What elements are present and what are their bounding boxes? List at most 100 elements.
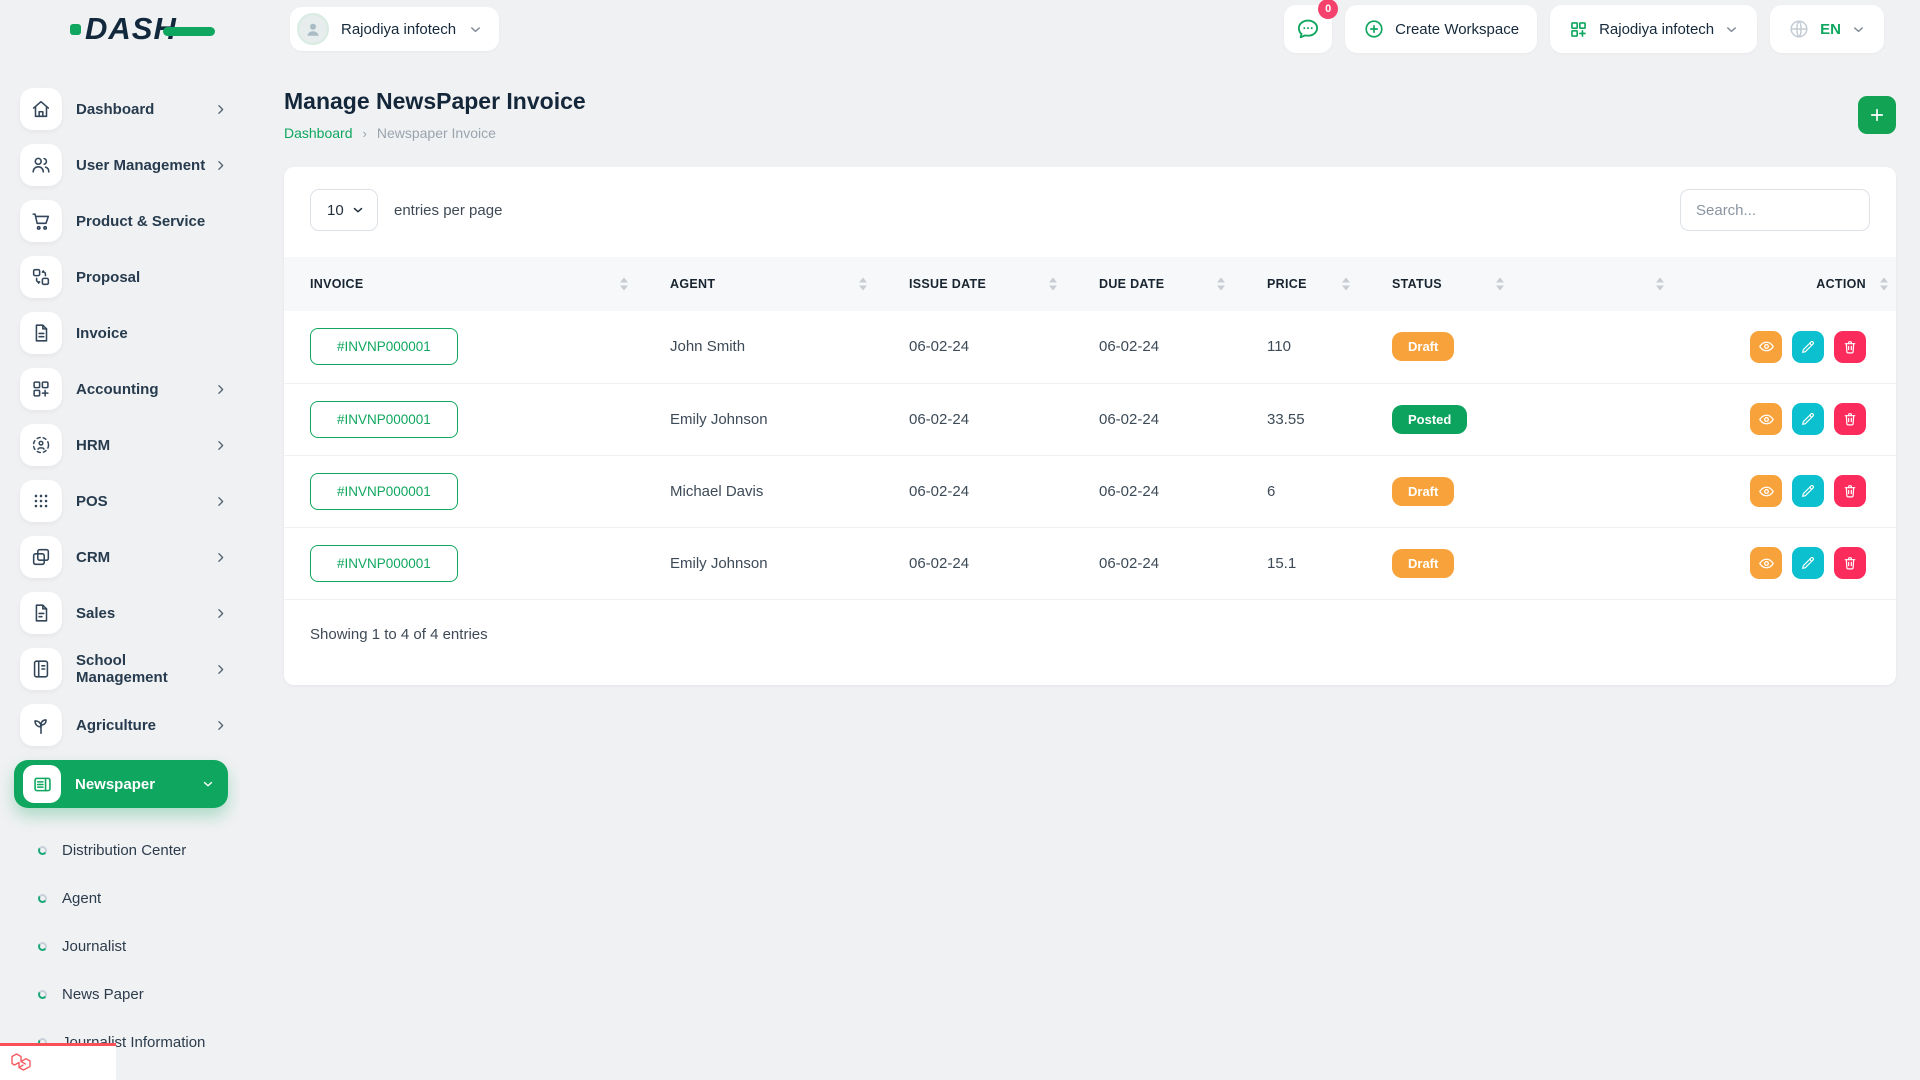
newspaper-icon [23,765,61,803]
bullet-icon [37,941,47,951]
sidebar-subitem-journalist[interactable]: Journalist [38,922,228,970]
column-header-agent[interactable]: AGENT [644,257,883,311]
column-header-invoice[interactable]: INVOICE [284,257,644,311]
sidebar-subitem-agent[interactable]: Agent [38,874,228,922]
pencil-icon [1800,339,1816,355]
sort-icon[interactable] [1049,278,1057,291]
messages-button[interactable]: 0 [1284,5,1332,53]
agriculture-icon [20,704,62,746]
sidebar-item-accounting[interactable]: Accounting [20,368,228,410]
add-invoice-button[interactable] [1858,96,1896,134]
eye-icon [1758,555,1775,572]
sidebar-item-crm[interactable]: CRM [20,536,228,578]
dash-logo: DASH [70,11,240,47]
invoice-table-card: 10 entries per page INVOICE AGENT ISSUE … [284,167,1896,685]
table-row: #INVNP000001 Michael Davis 06-02-24 06-0… [284,455,1896,527]
pencil-icon [1800,483,1816,499]
invoice-number-badge[interactable]: #INVNP000001 [310,401,458,438]
create-workspace-button[interactable]: Create Workspace [1345,5,1537,53]
grid-plus-icon [1568,19,1589,40]
trash-icon [1842,555,1858,571]
view-button[interactable] [1750,403,1782,435]
column-header-due-date[interactable]: DUE DATE [1073,257,1241,311]
table-row: #INVNP000001 Emily Johnson 06-02-24 06-0… [284,527,1896,599]
view-button[interactable] [1750,475,1782,507]
sidebar-item-invoice[interactable]: Invoice [20,312,228,354]
edit-button[interactable] [1792,475,1824,507]
sidebar-item-newspaper[interactable]: Newspaper [14,760,228,808]
view-button[interactable] [1750,331,1782,363]
chevron-right-icon [212,663,228,676]
sidebar-item-pos[interactable]: POS [20,480,228,522]
sidebar-item-hrm[interactable]: HRM [20,424,228,466]
sidebar-item-sales[interactable]: Sales [20,592,228,634]
logo-dash-bar [163,27,215,36]
sidebar-item-user-management[interactable]: User Management [20,144,228,186]
invoice-number-badge[interactable]: #INVNP000001 [310,545,458,582]
delete-button[interactable] [1834,403,1866,435]
pencil-icon [1800,555,1816,571]
edit-button[interactable] [1792,403,1824,435]
search-input[interactable] [1680,189,1870,231]
sidebar-item-dashboard[interactable]: Dashboard [20,88,228,130]
row-actions [1706,331,1866,363]
newspaper-submenu: Distribution Center Agent Journalist New… [20,820,228,1066]
invoice-number-badge[interactable]: #INVNP000001 [310,328,458,365]
language-selector[interactable]: EN [1770,5,1884,53]
language-code: EN [1820,21,1841,38]
sort-icon[interactable] [620,278,628,291]
agent-cell: Emily Johnson [644,527,883,599]
column-header-status[interactable]: STATUS [1366,257,1520,311]
column-header-issue-date[interactable]: ISSUE DATE [883,257,1073,311]
laravel-debugbar-toggle[interactable] [0,1043,116,1080]
sort-icon[interactable] [859,278,867,291]
entries-per-page-select[interactable]: 10 [310,189,378,231]
sidebar-item-agriculture[interactable]: Agriculture [20,704,228,746]
eye-icon [1758,338,1775,355]
row-actions [1706,547,1866,579]
due-date-cell: 06-02-24 [1073,527,1241,599]
sidebar-item-school-management[interactable]: School Management [20,648,228,690]
chevron-right-icon [212,719,228,732]
price-cell: 110 [1241,311,1366,383]
sidebar-subitem-distribution-center[interactable]: Distribution Center [38,826,228,874]
edit-button[interactable] [1792,547,1824,579]
delete-button[interactable] [1834,547,1866,579]
table-row: #INVNP000001 Emily Johnson 06-02-24 06-0… [284,383,1896,455]
workspace-selector[interactable]: Rajodiya infotech [290,7,499,51]
eye-icon [1758,411,1775,428]
create-workspace-label: Create Workspace [1395,21,1519,38]
messages-count-badge: 0 [1318,0,1338,19]
sidebar-subitem-news-paper[interactable]: News Paper [38,970,228,1018]
sidebar-item-product-service[interactable]: Product & Service [20,200,228,242]
school-icon [20,648,62,690]
topbar-actions: 0 Create Workspace Rajodiya infotech EN [1284,5,1884,53]
row-actions [1706,403,1866,435]
edit-button[interactable] [1792,331,1824,363]
breadcrumb-dashboard-link[interactable]: Dashboard [284,125,353,141]
column-header-price[interactable]: PRICE [1241,257,1366,311]
view-button[interactable] [1750,547,1782,579]
sort-icon[interactable] [1217,278,1225,291]
invoice-number-badge[interactable]: #INVNP000001 [310,473,458,510]
delete-button[interactable] [1834,331,1866,363]
sort-icon[interactable] [1880,278,1888,291]
accounting-icon [20,368,62,410]
chevron-right-icon [212,383,228,396]
page-title: Manage NewsPaper Invoice [284,88,586,115]
sort-icon[interactable] [1496,278,1504,291]
chevron-down-icon [1851,22,1866,37]
sort-icon[interactable] [1342,278,1350,291]
table-entries-summary: Showing 1 to 4 of 4 entries [284,600,1896,643]
table-row: #INVNP000001 John Smith 06-02-24 06-02-2… [284,311,1896,383]
agent-cell: Emily Johnson [644,383,883,455]
column-header-action[interactable]: ACTION [1680,257,1896,311]
chevron-right-icon [212,159,228,172]
home-icon [20,88,62,130]
sort-icon[interactable] [1656,278,1664,291]
column-header-extra[interactable] [1520,257,1680,311]
company-selector[interactable]: Rajodiya infotech [1550,5,1757,53]
sidebar-item-proposal[interactable]: Proposal [20,256,228,298]
cart-icon [20,200,62,242]
delete-button[interactable] [1834,475,1866,507]
